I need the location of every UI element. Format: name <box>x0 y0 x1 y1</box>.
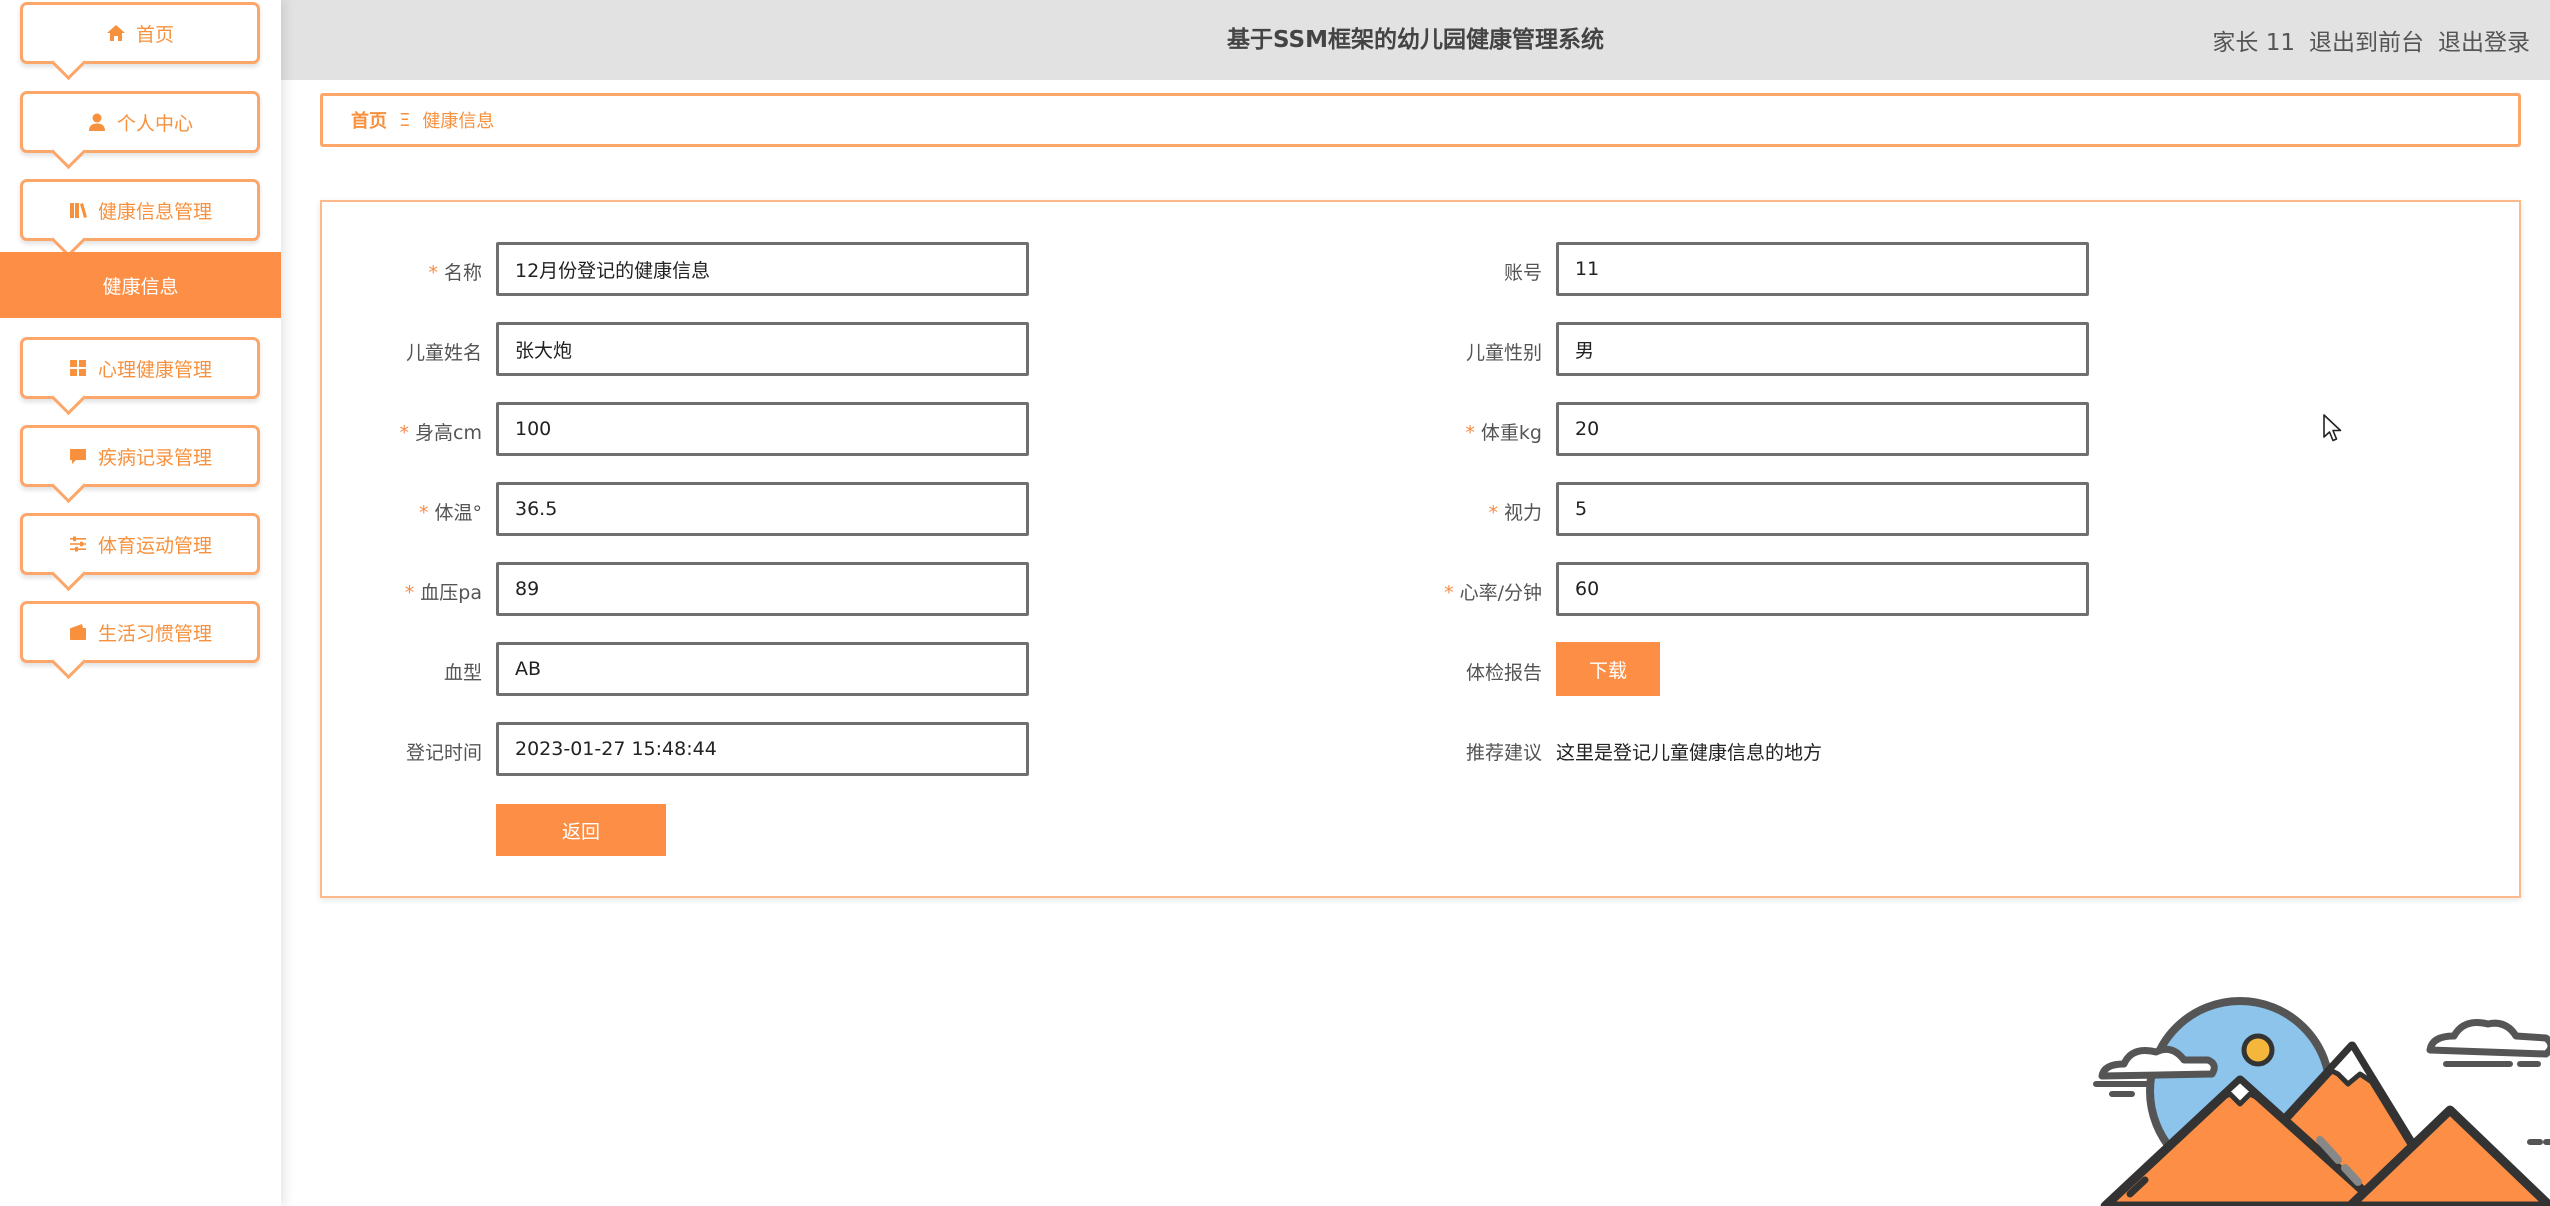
sidebar-item-label: 心理健康管理 <box>97 358 212 381</box>
report-label: 体检报告 <box>1465 662 1542 684</box>
sidebar-item-label: 体育运动管理 <box>97 534 212 557</box>
sidebar-item-label: 健康信息管理 <box>97 200 212 223</box>
vision-field[interactable]: 5 <box>1556 482 2089 536</box>
sidebar-item-sports[interactable]: 体育运动管理 <box>20 513 260 575</box>
height-label: * 身高cm <box>399 422 482 444</box>
breadcrumb: 首页 Ξ 健康信息 <box>320 93 2521 147</box>
account-label: 账号 <box>1503 262 1542 284</box>
sidebar-item-label: 疾病记录管理 <box>97 446 212 469</box>
return-button[interactable]: 返回 <box>496 804 666 856</box>
child-name-label: 儿童姓名 <box>405 342 482 364</box>
sidebar-item-disease-records[interactable]: 疾病记录管理 <box>20 425 260 487</box>
weight-field[interactable]: 20 <box>1556 402 2089 456</box>
logout-link[interactable]: 退出登录 <box>2438 23 2530 57</box>
sidebar-item-personal-center[interactable]: 个人中心 <box>20 91 260 153</box>
grid-icon <box>68 358 88 378</box>
breadcrumb-separator: Ξ <box>399 109 411 131</box>
download-button[interactable]: 下载 <box>1556 642 1660 696</box>
height-field[interactable]: 100 <box>496 402 1029 456</box>
sidebar-item-label: 生活习惯管理 <box>97 622 212 645</box>
breadcrumb-current: 健康信息 <box>422 111 495 132</box>
book-icon <box>68 200 88 220</box>
child-name-field[interactable]: 张大炮 <box>496 322 1029 376</box>
name-field[interactable]: 12月份登记的健康信息 <box>496 242 1029 296</box>
vision-label: * 视力 <box>1488 502 1542 524</box>
message-icon <box>68 446 88 466</box>
sidebar-item-mental-health[interactable]: 心理健康管理 <box>20 337 260 399</box>
header-actions: 家长 11 退出到前台 退出登录 <box>2212 0 2530 80</box>
wallet-icon <box>68 622 88 642</box>
blood-pressure-label: * 血压pa <box>404 582 482 604</box>
heart-rate-label: * 心率/分钟 <box>1444 582 1542 604</box>
temperature-field[interactable]: 36.5 <box>496 482 1029 536</box>
sidebar-item-health-info[interactable]: 健康信息管理 <box>20 179 260 241</box>
register-time-field[interactable]: 2023-01-27 15:48:44 <box>496 722 1029 776</box>
sidebar-subitem-label: 健康信息 <box>102 275 179 298</box>
register-time-label: 登记时间 <box>405 742 482 764</box>
app-title: 基于SSM框架的幼儿园健康管理系统 <box>1227 27 1604 53</box>
child-gender-label: 儿童性别 <box>1465 342 1542 364</box>
advice-text: 这里是登记儿童健康信息的地方 <box>1556 742 1823 764</box>
heart-rate-field[interactable]: 60 <box>1556 562 2089 616</box>
sidebar-item-label: 个人中心 <box>116 112 193 135</box>
home-icon <box>106 23 126 43</box>
blood-pressure-field[interactable]: 89 <box>496 562 1029 616</box>
temperature-label: * 体温° <box>418 502 482 524</box>
health-info-form: * 名称 12月份登记的健康信息 账号 11 儿童姓名 张大炮 儿童性别 男 * 身… <box>320 200 2521 898</box>
child-gender-field[interactable]: 男 <box>1556 322 2089 376</box>
user-label: 家长 11 <box>2212 30 2295 56</box>
breadcrumb-home[interactable]: 首页 <box>351 107 387 133</box>
name-label: * 名称 <box>428 262 482 284</box>
mountain-illustration <box>2093 997 2550 1206</box>
top-bar: 基于SSM框架的幼儿园健康管理系统 家长 11 退出到前台 退出登录 <box>281 0 2550 80</box>
front-link[interactable]: 退出到前台 <box>2309 23 2424 57</box>
sidebar-item-habits[interactable]: 生活习惯管理 <box>20 601 260 663</box>
advice-label: 推荐建议 <box>1465 742 1542 764</box>
blood-type-field[interactable]: AB <box>496 642 1029 696</box>
sidebar-item-label: 首页 <box>135 23 174 46</box>
mouse-cursor-icon <box>2323 414 2342 442</box>
sliders-icon <box>68 534 88 554</box>
blood-type-label: 血型 <box>443 662 482 684</box>
sidebar-item-home[interactable]: 首页 <box>20 2 260 64</box>
account-field[interactable]: 11 <box>1556 242 2089 296</box>
weight-label: * 体重kg <box>1465 422 1542 444</box>
sidebar-subitem-health-info[interactable]: 健康信息 <box>0 252 281 318</box>
sidebar: 首页 个人中心 健康信息管理 健康信息 心理健康管理 疾病记录管理 体育运动管理… <box>0 0 281 1206</box>
user-icon <box>87 112 107 132</box>
